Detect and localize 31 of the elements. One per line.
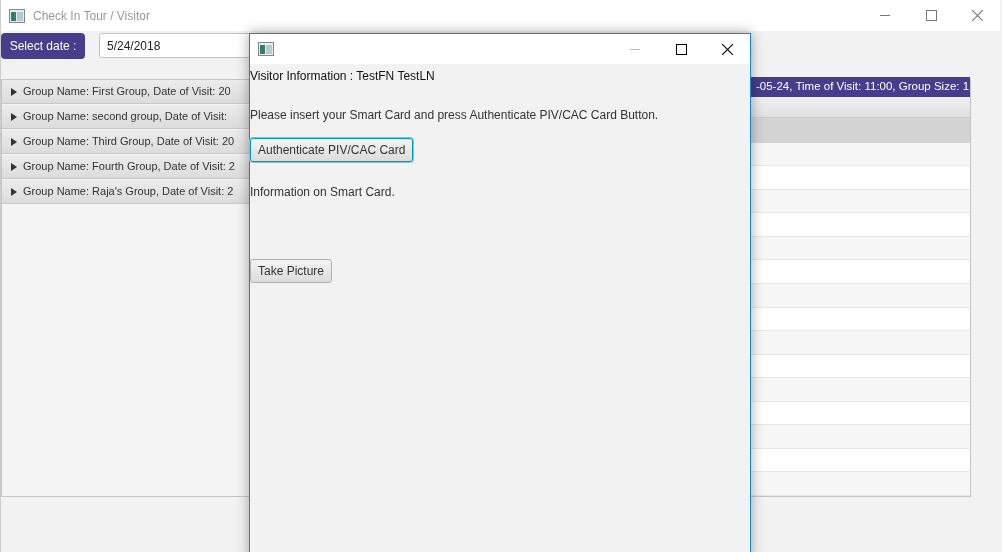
group-row[interactable]: Group Name: First Group, Date of Visit: 20 [2, 80, 250, 104]
group-label: Group Name: First Group, Date of Visit: 20 [23, 84, 231, 100]
take-picture-button[interactable]: Take Picture [250, 259, 333, 283]
group-label: Group Name: Raja's Group, Date of Visit: 2 [23, 184, 234, 200]
maximize-icon [675, 43, 687, 55]
authenticate-button[interactable]: Authenticate PIV/CAC Card [250, 138, 414, 162]
minimize-icon [880, 15, 890, 16]
group-label: Group Name: Fourth Group, Date of Visit: 2 [23, 159, 235, 175]
group-header[interactable]: -05-24, Time of Visit: 11:00, Group Size: 1 [751, 77, 970, 97]
minimize-icon [630, 48, 640, 50]
group-row[interactable]: Group Name: Raja's Group, Date of Visit: 2 [2, 180, 250, 204]
window-title: Check In Tour / Visitor [33, 7, 151, 25]
expand-arrow-icon[interactable] [11, 137, 17, 146]
app-icon [258, 42, 274, 56]
visitor-heading: Visitor Information : TestFN TestLN [250, 68, 435, 85]
expand-arrow-icon[interactable] [11, 87, 17, 96]
group-row[interactable]: Group Name: Fourth Group, Date of Visit: 2 [2, 155, 250, 179]
group-row[interactable]: Group Name: second group, Date of Visit: [2, 105, 250, 129]
group-row[interactable]: Group Name: Third Group, Date of Visit: 20 [2, 130, 250, 154]
close-icon [971, 10, 983, 21]
expand-arrow-icon[interactable] [11, 112, 17, 121]
instruction-text: Please insert your Smart Card and press Authenticate PIV/CAC Card Button. [250, 107, 659, 124]
close-icon [721, 43, 733, 55]
group-label: Group Name: Third Group, Date of Visit: 20 [23, 134, 235, 150]
expand-arrow-icon[interactable] [11, 162, 17, 171]
expand-arrow-icon[interactable] [11, 187, 17, 196]
app-icon [9, 8, 25, 23]
smart-card-info: Information on Smart Card. [250, 184, 395, 201]
maximize-icon [925, 10, 937, 21]
select-date-button[interactable]: Select date : [1, 32, 85, 59]
group-label: Group Name: second group, Date of Visit: [23, 109, 227, 125]
